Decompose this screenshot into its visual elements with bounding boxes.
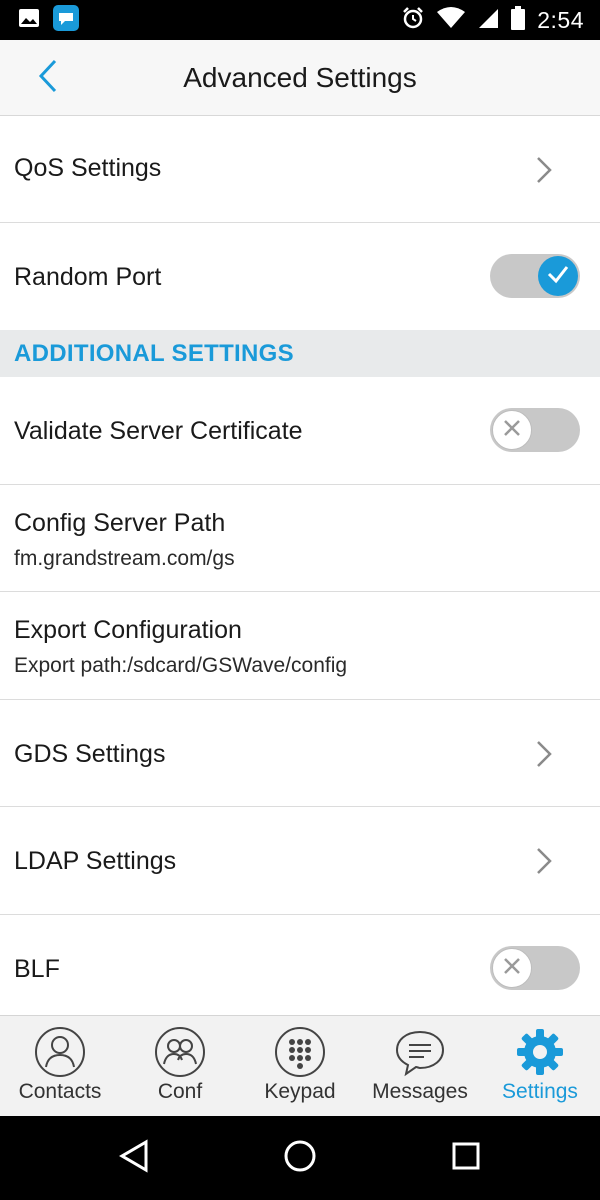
blf-toggle[interactable] bbox=[490, 946, 580, 990]
contacts-icon bbox=[34, 1026, 86, 1078]
back-triangle-icon bbox=[118, 1138, 150, 1178]
tab-label: Messages bbox=[372, 1080, 468, 1103]
tab-label: Conf bbox=[157, 1080, 203, 1103]
validate-certificate-row: Validate Server Certificate bbox=[0, 377, 600, 485]
page-title: Advanced Settings bbox=[183, 62, 417, 93]
random-port-row: Random Port bbox=[0, 223, 600, 330]
nav-home-button[interactable] bbox=[280, 1138, 320, 1178]
status-bar-right: 2:54 bbox=[401, 5, 584, 35]
validate-certificate-toggle[interactable] bbox=[490, 408, 580, 452]
tab-messages[interactable]: Messages bbox=[360, 1016, 480, 1117]
toggle-knob bbox=[492, 410, 532, 450]
export-path-value: Export path:/sdcard/GSWave/config bbox=[14, 654, 348, 677]
config-server-path-row[interactable]: Config Server Path fm.grandstream.com/gs bbox=[0, 485, 600, 592]
conference-icon bbox=[154, 1026, 206, 1078]
messages-icon bbox=[394, 1026, 446, 1078]
image-icon bbox=[18, 7, 40, 34]
gds-settings-row[interactable]: GDS Settings bbox=[0, 700, 600, 807]
app-notification-icon bbox=[52, 4, 80, 37]
validate-certificate-label: Validate Server Certificate bbox=[14, 417, 303, 445]
system-navigation-bar bbox=[0, 1116, 600, 1200]
qos-settings-label: QoS Settings bbox=[14, 154, 162, 182]
blf-label: BLF bbox=[14, 955, 60, 983]
export-configuration-row[interactable]: Export Configuration Export path:/sdcard… bbox=[0, 592, 600, 700]
config-server-path-label: Config Server Path bbox=[14, 509, 226, 537]
config-server-path-value: fm.grandstream.com/gs bbox=[14, 547, 235, 570]
random-port-toggle[interactable] bbox=[490, 254, 580, 298]
checkmark-icon bbox=[546, 263, 570, 290]
section-title: ADDITIONAL SETTINGS bbox=[14, 340, 294, 367]
chevron-right-icon bbox=[532, 846, 556, 876]
bottom-tab-bar: Contacts Conf Keypad Messages Settings bbox=[0, 1015, 600, 1116]
gds-settings-label: GDS Settings bbox=[14, 740, 166, 768]
recents-square-icon bbox=[451, 1141, 481, 1176]
alarm-icon bbox=[401, 6, 425, 35]
toggle-knob bbox=[492, 948, 532, 988]
tab-conf[interactable]: Conf bbox=[120, 1016, 240, 1117]
export-configuration-label: Export Configuration bbox=[14, 616, 242, 644]
x-icon bbox=[502, 956, 522, 981]
nav-back-button[interactable] bbox=[114, 1138, 154, 1178]
tab-settings[interactable]: Settings bbox=[480, 1016, 600, 1117]
section-header-additional: ADDITIONAL SETTINGS bbox=[0, 330, 600, 377]
app-header: Advanced Settings bbox=[0, 40, 600, 116]
blf-row: BLF bbox=[0, 915, 600, 1017]
x-icon bbox=[502, 418, 522, 443]
toggle-knob bbox=[538, 256, 578, 296]
gear-icon bbox=[514, 1026, 566, 1078]
status-time: 2:54 bbox=[537, 6, 584, 33]
ldap-settings-label: LDAP Settings bbox=[14, 847, 177, 875]
signal-icon bbox=[477, 7, 499, 34]
chevron-right-icon bbox=[532, 155, 556, 185]
home-circle-icon bbox=[283, 1139, 317, 1178]
keypad-icon bbox=[274, 1026, 326, 1078]
status-bar-left bbox=[18, 4, 80, 37]
tab-label: Contacts bbox=[18, 1080, 102, 1103]
ldap-settings-row[interactable]: LDAP Settings bbox=[0, 807, 600, 915]
qos-settings-row[interactable]: QoS Settings bbox=[0, 116, 600, 223]
tab-keypad[interactable]: Keypad bbox=[240, 1016, 360, 1117]
battery-icon bbox=[511, 5, 526, 35]
chevron-right-icon bbox=[532, 739, 556, 769]
settings-list: QoS Settings Random Port ADDITIONAL SETT… bbox=[0, 116, 600, 1017]
status-bar: 2:54 bbox=[0, 0, 600, 40]
tab-contacts[interactable]: Contacts bbox=[0, 1016, 120, 1117]
nav-recents-button[interactable] bbox=[446, 1138, 486, 1178]
tab-label: Settings bbox=[502, 1080, 578, 1103]
wifi-icon bbox=[437, 6, 466, 34]
random-port-label: Random Port bbox=[14, 263, 162, 291]
tab-label: Keypad bbox=[264, 1080, 336, 1103]
